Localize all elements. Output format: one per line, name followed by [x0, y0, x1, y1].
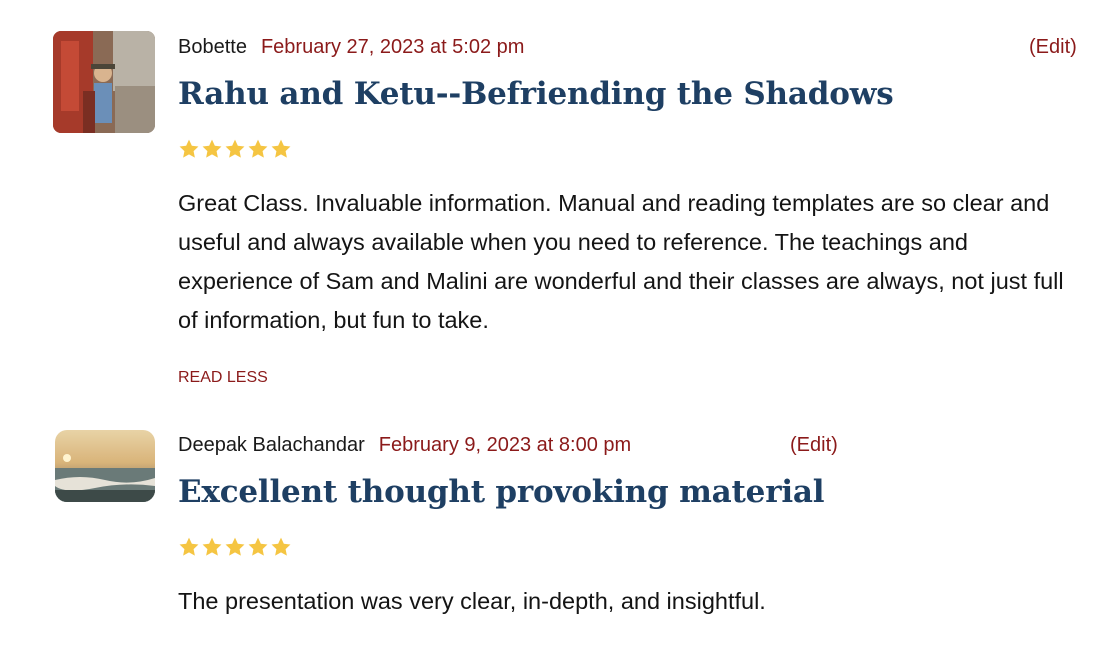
- star-icon: [224, 536, 246, 558]
- review-date: February 9, 2023 at 8:00 pm: [378, 434, 632, 456]
- star-icon: [270, 536, 292, 558]
- star-icon: [247, 536, 269, 558]
- review-meta: Bobette February 27, 2023 at 5:02 pm: [178, 35, 524, 59]
- star-icon: [201, 536, 223, 558]
- edit-link[interactable]: (Edit): [1029, 35, 1077, 59]
- review-title: Rahu and Ketu--Befriending the Shadows: [178, 76, 894, 112]
- review-body: The presentation was very clear, in-dept…: [178, 588, 766, 614]
- user-photo-avatar: [53, 31, 155, 133]
- star-icon: [247, 138, 269, 160]
- star-rating: [178, 536, 292, 558]
- star-icon: [178, 536, 200, 558]
- sunset-photo-avatar: [55, 430, 155, 502]
- star-icon: [224, 138, 246, 160]
- star-icon: [201, 138, 223, 160]
- review-author: Deepak Balachandar: [178, 434, 365, 456]
- star-rating: [178, 138, 292, 160]
- star-icon: [270, 138, 292, 160]
- edit-link[interactable]: (Edit): [790, 433, 838, 457]
- review-title: Excellent thought provoking material: [178, 474, 825, 510]
- review-body: Great Class. Invaluable information. Man…: [178, 190, 1064, 333]
- star-icon: [178, 138, 200, 160]
- review-date: February 27, 2023 at 5:02 pm: [260, 36, 525, 58]
- review-meta: Deepak Balachandar February 9, 2023 at 8:…: [178, 433, 631, 457]
- review-author: Bobette: [178, 36, 247, 58]
- read-less-link[interactable]: READ LESS: [178, 368, 268, 388]
